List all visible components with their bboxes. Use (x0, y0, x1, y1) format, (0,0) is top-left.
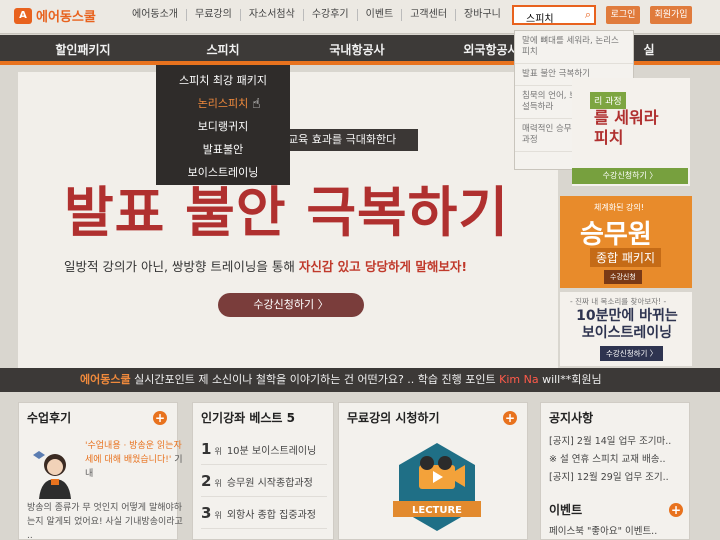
promo-enroll-button[interactable]: 수강신청 (604, 270, 642, 284)
speech-dropdown: 스피치 최강 패키지 논리스피치 보디랭귀지 발표불안 보이스트레이닝 (156, 65, 290, 185)
promo-title-line: 를 세워라 (594, 108, 659, 127)
best-item-label: 외항사 종합 집중과정 (226, 510, 316, 521)
promo-enroll-button[interactable]: 수강신청하기 〉 (572, 168, 688, 184)
hero-subtitle: 일방적 강의가 아닌, 쌍방향 트레이닝을 통해 자신감 있고 당당하게 말해보… (64, 256, 467, 275)
notice-item[interactable]: [공지] 12월 29일 업무 조기.. (549, 469, 685, 487)
ticker-user: Kim Na (499, 373, 539, 386)
nav-more[interactable]: 실 (634, 35, 664, 65)
plus-icon[interactable]: + (669, 503, 683, 517)
ticker-brand: 에어동스쿨 (80, 373, 131, 386)
notice-item[interactable]: ※ 설 연휴 스피치 교재 배송.. (549, 451, 685, 469)
best-item[interactable]: 2 위 승무원 시작종합과정 (201, 465, 327, 497)
best-courses-box: 인기강좌 베스트 5 1 위 10분 보이스트레이닝 2 위 승무원 시작종합과정 3위… (192, 402, 334, 540)
event-title: 이벤트 (549, 503, 583, 517)
rank-unit: 위 (214, 511, 222, 520)
topnav-cart[interactable]: 장바구니 (456, 9, 509, 21)
promo-title-line: 보이스트레이닝 (581, 325, 673, 341)
topnav-support[interactable]: 고객센터 (402, 9, 457, 21)
free-lecture-box: 무료강의 시청하기 + LECTURE (338, 402, 528, 540)
dropdown-item-voice[interactable]: 보이스트레이닝 (156, 161, 290, 184)
logo-text: 에어동스쿨 (36, 10, 96, 25)
top-nav: 에어동소개 무료강의 자소서첨삭 수강후기 이벤트 고객센터 장바구니 (124, 9, 509, 21)
promo-enroll-button[interactable]: 수강신청하기 〉 (600, 346, 664, 361)
lecture-badge-label: LECTURE (412, 505, 462, 516)
promo-title: 승무원 (580, 220, 652, 250)
promo-title-line: 피치 (594, 128, 624, 147)
nav-domestic-airline[interactable]: 국내항공사 (290, 35, 424, 65)
promo-package-label: 종합 패키지 (590, 248, 662, 267)
logo[interactable]: A 에어동스쿨 (14, 6, 96, 25)
review-quote-highlight: '수업내용 · 방송운 읽는자세에 대해 배웠습니다!' (85, 441, 182, 465)
notice-list: [공지] 2월 14일 업무 조기마.. ※ 설 연휴 스피치 교재 배송.. … (549, 433, 685, 487)
dropdown-item-body-language[interactable]: 보디랭귀지 (156, 115, 290, 138)
topnav-about[interactable]: 에어동소개 (124, 9, 187, 21)
best-item-label: 10분 보이스트레이닝 (226, 446, 317, 457)
best-item[interactable]: 1 위 10분 보이스트레이닝 (201, 433, 327, 465)
best-title: 인기강좌 베스트 5 (201, 411, 295, 425)
best-item[interactable]: 3 위 외항사 종합 집중과정 (201, 497, 327, 529)
rank-unit: 위 (214, 479, 222, 488)
ticker-tail: will**회원님 (538, 373, 602, 386)
notice-item[interactable]: [공지] 2월 14일 업무 조기마.. (549, 433, 685, 451)
hero-enroll-button[interactable]: 수강신청하기 〉 (218, 293, 364, 317)
nav-discount-package[interactable]: 할인패키지 (18, 35, 148, 65)
topnav-events[interactable]: 이벤트 (358, 9, 403, 21)
suggestion-item[interactable]: 말에 뼈대를 세워라, 논리스피치 (515, 31, 633, 64)
ticker-text: 실시간포인트 제 소신이나 철학을 이야기하는 건 어떤가요? .. 학습 진행… (130, 373, 500, 386)
promo-logic-speech[interactable]: 리 과정 를 세워라 피치 수강신청하기 〉 (572, 78, 690, 186)
promo-voice-training[interactable]: - 진짜 내 목소리를 찾아보자! - 10분만에 바뀌는 보이스트레이닝 수강신… (560, 292, 692, 366)
live-ticker: 에어동스쿨 실시간포인트 제 소신이나 철학을 이야기하는 건 어떤가요? ..… (0, 368, 720, 392)
rank-number: 1 (201, 440, 212, 458)
rank-number: 3 (201, 504, 212, 522)
notice-box: 공지사항 [공지] 2월 14일 업무 조기마.. ※ 설 연휴 스피치 교재 … (540, 402, 690, 540)
promo-title-line: 10분만에 바뀌는 (576, 308, 678, 324)
topnav-essay-review[interactable]: 자소서첨삭 (241, 9, 304, 21)
nav-speech[interactable]: 스피치 (156, 35, 290, 65)
promo-crew-package[interactable]: 체계화된 강의! 승무원 종합 패키지 수강신청 (560, 196, 692, 288)
promo-title: 를 세워라 피치 (594, 108, 658, 148)
dropdown-item-logic[interactable]: 논리스피치 (156, 92, 290, 115)
review-box: 수업후기 + '수업내용 · 방송운 읽는자세에 대해 배웠습니다!' 기내 방… (18, 402, 183, 540)
review-title: 수업후기 (27, 411, 72, 425)
rank-unit: 위 (214, 447, 222, 456)
topnav-free-lecture[interactable]: 무료강의 (187, 9, 241, 21)
top-bar: A 에어동스쿨 에어동소개 무료강의 자소서첨삭 수강후기 이벤트 고객센터 장… (0, 0, 720, 34)
dropdown-item-package[interactable]: 스피치 최강 패키지 (156, 69, 290, 92)
free-lecture-title: 무료강의 시청하기 (347, 411, 440, 425)
logo-mark-icon: A (14, 7, 32, 24)
plus-icon[interactable]: + (153, 411, 167, 425)
login-button[interactable]: 로그인 (606, 6, 640, 24)
hero-subtitle-text: 일방적 강의가 아닌, 쌍방향 트레이닝을 통해 (64, 259, 299, 274)
search-icon[interactable]: ⌕ (585, 8, 591, 22)
avatar (33, 451, 71, 499)
promo-caption: 체계화된 강의! (594, 203, 644, 212)
search-box: ⌕ (512, 5, 596, 26)
search-input[interactable] (514, 9, 574, 26)
promo-title: 10분만에 바뀌는 보이스트레이닝 (572, 308, 682, 342)
dropdown-item-anxiety[interactable]: 발표불안 (156, 138, 290, 161)
review-quote[interactable]: '수업내용 · 방송운 읽는자세에 대해 배웠습니다!' 기내 (85, 439, 189, 481)
topnav-reviews[interactable]: 수강후기 (304, 9, 358, 21)
promo-caption: - 진짜 내 목소리를 찾아보자! - (570, 297, 667, 306)
plus-icon[interactable]: + (503, 411, 517, 425)
event-item[interactable]: 페이스북 "좋아요" 이벤트.. (549, 523, 657, 537)
rank-number: 2 (201, 472, 212, 490)
hero-subtitle-highlight: 자신감 있고 당당하게 말해보자! (298, 259, 468, 274)
hero-strip: 교육 효과를 극대화한다 (280, 129, 418, 151)
best-item-label: 승무원 시작종합과정 (226, 478, 313, 489)
join-button[interactable]: 회원가입 (650, 6, 692, 24)
hand-cursor-icon: ☝ (252, 96, 261, 112)
lecture-badge-icon[interactable]: LECTURE (389, 439, 485, 535)
review-body[interactable]: 방송의 종류가 무 엇인지 어떻게 말해야하는지 알게되 었어요! 사실 기내방… (27, 501, 187, 540)
best-list: 1 위 10분 보이스트레이닝 2 위 승무원 시작종합과정 3 위 외항사 종합 집중과정 (201, 433, 327, 529)
promo-tag: 리 과정 (590, 92, 626, 109)
notice-title: 공지사항 (549, 411, 594, 425)
